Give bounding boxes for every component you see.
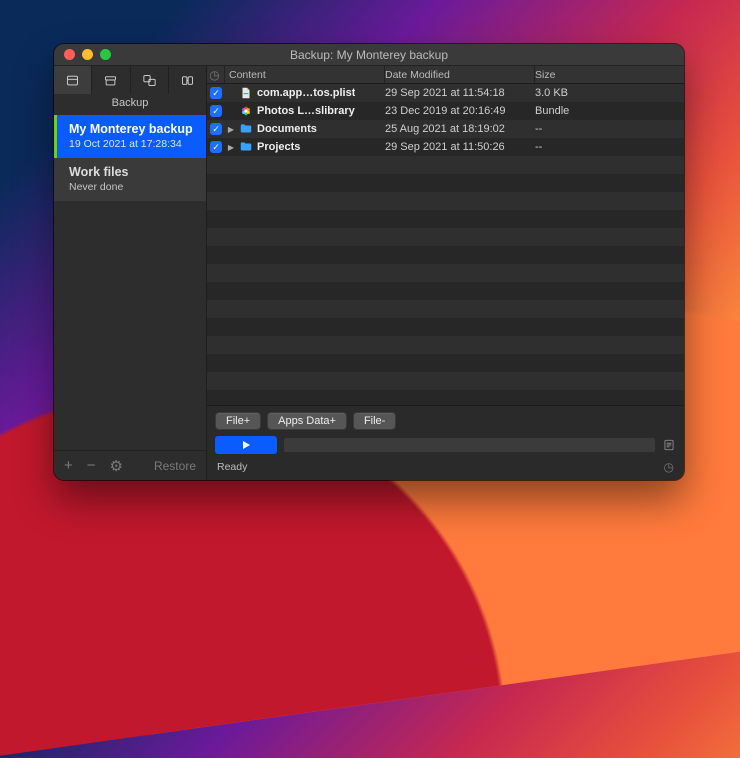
file-modified: 29 Sep 2021 at 11:50:26 (385, 141, 535, 153)
row-checkbox[interactable]: ✓ (210, 141, 222, 153)
row-checkbox[interactable]: ✓ (210, 87, 222, 99)
table-row-empty (207, 390, 684, 405)
table-row[interactable]: ✓ ▶ Projects 29 Sep 2021 at 11:50:26-- (207, 138, 684, 156)
photos-icon (239, 104, 253, 118)
task-list: My Monterey backup 19 Oct 2021 at 17:28:… (54, 115, 206, 450)
segment-backup-icon[interactable] (54, 66, 92, 94)
file-modified: 29 Sep 2021 at 11:54:18 (385, 87, 535, 99)
file-name: Projects (257, 141, 300, 153)
segment-label: Backup (54, 94, 206, 115)
file-size: 3.0 KB (535, 87, 684, 99)
file-table[interactable]: ✓ com.app…tos.plist 29 Sep 2021 at 11:54:1… (207, 84, 684, 405)
main-panel: ◷ Content Date Modified Size ✓ com.app…to… (207, 66, 684, 480)
table-row-empty (207, 174, 684, 192)
table-row-empty (207, 336, 684, 354)
bottom-toolbar: File+ Apps Data+ File- Ready ◷ (207, 405, 684, 480)
table-row-empty (207, 210, 684, 228)
settings-button[interactable]: ⚙︎ (110, 457, 123, 475)
app-window: Backup: My Monterey backup Backup (54, 44, 684, 480)
file-modified: 25 Aug 2021 at 18:19:02 (385, 123, 535, 135)
file-name: Documents (257, 123, 317, 135)
file-size: -- (535, 123, 684, 135)
disclosure-triangle-icon[interactable]: ▶ (227, 125, 235, 134)
plist-icon (239, 86, 253, 100)
apps-data-plus-button[interactable]: Apps Data+ (267, 412, 347, 430)
table-row-empty (207, 372, 684, 390)
column-modified-header[interactable]: Date Modified (385, 66, 535, 83)
file-size: Bundle (535, 105, 684, 117)
task-subtitle: 19 Oct 2021 at 17:28:34 (69, 138, 196, 150)
disclosure-triangle-icon[interactable]: ▶ (227, 143, 235, 152)
table-row-empty (207, 318, 684, 336)
titlebar[interactable]: Backup: My Monterey backup (54, 44, 684, 66)
status-column-icon: ◷ (209, 68, 221, 82)
file-name: Photos L…slibrary (257, 105, 355, 117)
schedule-icon[interactable]: ◷ (664, 460, 674, 474)
table-row[interactable]: ✓ Photos L…slibrary 23 Dec 2019 at 20:16:4… (207, 102, 684, 120)
window-title: Backup: My Monterey backup (54, 48, 684, 62)
table-row-empty (207, 282, 684, 300)
remove-task-button[interactable]: − (87, 457, 96, 474)
row-checkbox[interactable]: ✓ (210, 105, 222, 117)
table-row-empty (207, 228, 684, 246)
file-size: -- (535, 141, 684, 153)
progress-bar (283, 437, 656, 453)
table-row-empty (207, 246, 684, 264)
task-name: My Monterey backup (69, 122, 196, 136)
add-task-button[interactable]: + (64, 457, 73, 474)
table-row-empty (207, 264, 684, 282)
table-row-empty (207, 354, 684, 372)
column-size-header[interactable]: Size (535, 66, 684, 83)
row-checkbox[interactable]: ✓ (210, 123, 222, 135)
log-icon[interactable] (662, 438, 676, 452)
folder-icon (239, 140, 253, 154)
task-item[interactable]: Work files Never done (54, 158, 206, 201)
status-text: Ready (217, 461, 247, 473)
table-row[interactable]: ✓ com.app…tos.plist 29 Sep 2021 at 11:54:1… (207, 84, 684, 102)
segment-clone-icon[interactable] (169, 66, 206, 94)
restore-button[interactable]: Restore (154, 459, 196, 473)
table-header: ◷ Content Date Modified Size (207, 66, 684, 84)
file-name: com.app…tos.plist (257, 87, 355, 99)
folder-icon (239, 122, 253, 136)
task-name: Work files (69, 165, 196, 179)
sidebar: Backup My Monterey backup 19 Oct 2021 at… (54, 66, 207, 480)
file-minus-button[interactable]: File- (353, 412, 396, 430)
file-plus-button[interactable]: File+ (215, 412, 261, 430)
table-row-empty (207, 156, 684, 174)
mode-segments (54, 66, 206, 94)
table-row-empty (207, 300, 684, 318)
sidebar-footer: + − ⚙︎ Restore (54, 450, 206, 480)
segment-sync-icon[interactable] (131, 66, 169, 94)
column-content-header[interactable]: Content (225, 66, 385, 83)
task-item[interactable]: My Monterey backup 19 Oct 2021 at 17:28:… (54, 115, 206, 158)
table-row-empty (207, 192, 684, 210)
task-subtitle: Never done (69, 181, 196, 193)
file-modified: 23 Dec 2019 at 20:16:49 (385, 105, 535, 117)
table-row[interactable]: ✓ ▶ Documents 25 Aug 2021 at 18:19:02-- (207, 120, 684, 138)
run-button[interactable] (215, 436, 277, 454)
segment-archive-icon[interactable] (92, 66, 130, 94)
